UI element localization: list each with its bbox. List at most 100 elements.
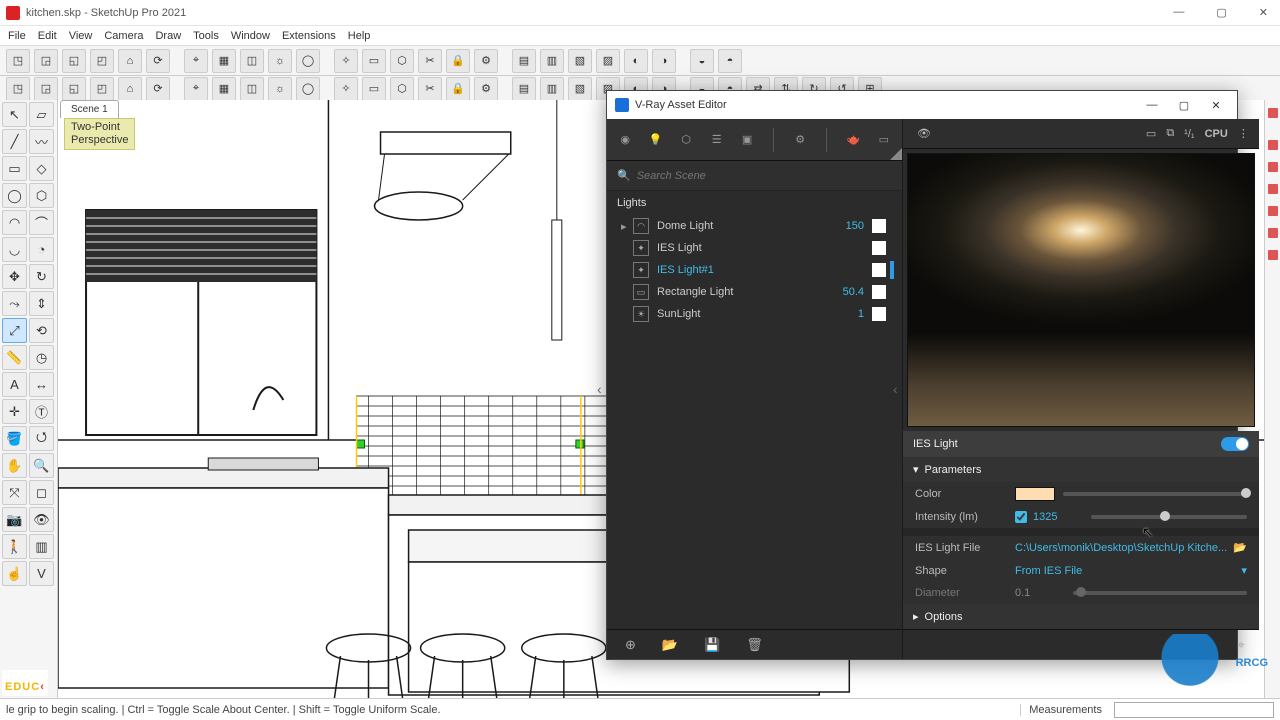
- toolbar2-btn-12[interactable]: ▭: [362, 77, 386, 101]
- light-color-swatch[interactable]: [872, 241, 886, 255]
- toolbar2-btn-8[interactable]: ◫: [240, 77, 264, 101]
- toolbar1-btn-7[interactable]: ▦: [212, 49, 236, 73]
- toolbar1-btn-13[interactable]: ⬡: [390, 49, 414, 73]
- zoom-tool[interactable]: 🔍: [29, 453, 54, 478]
- 3pt-arc-tool[interactable]: ◡: [2, 237, 27, 262]
- select-tool[interactable]: ↖: [2, 102, 27, 127]
- toolbar2-btn-4[interactable]: ⌂: [118, 77, 142, 101]
- tab-materials-icon[interactable]: ◉: [617, 127, 633, 153]
- tray-handle-icon[interactable]: [1268, 184, 1278, 194]
- offset-tool[interactable]: ⟲: [29, 318, 54, 343]
- light-color-swatch[interactable]: [872, 219, 886, 233]
- param-intensity-value[interactable]: 1325: [1033, 511, 1083, 523]
- preview-eye-icon[interactable]: 👁: [917, 127, 931, 140]
- toolbar1-btn-15[interactable]: 🔒: [446, 49, 470, 73]
- toolbar1-btn-3[interactable]: ◰: [90, 49, 114, 73]
- toolbar1-btn-9[interactable]: ☼: [268, 49, 292, 73]
- param-group-parameters[interactable]: ▾Parameters: [903, 457, 1259, 482]
- menu-edit[interactable]: Edit: [38, 30, 57, 42]
- tab-lights-icon[interactable]: 💡: [647, 127, 663, 153]
- pan-tool[interactable]: ✋: [2, 453, 27, 478]
- scene-tab[interactable]: Scene 1: [60, 100, 119, 118]
- toolbar1-btn-17[interactable]: ▤: [512, 49, 536, 73]
- add-asset-icon[interactable]: ⊕: [625, 637, 636, 653]
- menu-file[interactable]: File: [8, 30, 26, 42]
- menu-view[interactable]: View: [69, 30, 93, 42]
- toolbar1-btn-20[interactable]: ▨: [596, 49, 620, 73]
- look-around-tool[interactable]: 👁: [29, 507, 54, 532]
- toolbar1-btn-0[interactable]: ◳: [6, 49, 30, 73]
- push-pull-tool[interactable]: ⇕: [29, 291, 54, 316]
- tray-handle-icon[interactable]: [1268, 250, 1278, 260]
- vray-close-button[interactable]: ✕: [1203, 99, 1229, 112]
- maximize-button[interactable]: ▢: [1210, 6, 1232, 19]
- light-row-ies-light-1[interactable]: ✦IES Light#1: [607, 259, 902, 281]
- text-tool[interactable]: A: [2, 372, 27, 397]
- toolbar2-btn-14[interactable]: ✂: [418, 77, 442, 101]
- toolbar2-btn-9[interactable]: ☼: [268, 77, 292, 101]
- rectangle-tool[interactable]: ▭: [2, 156, 27, 181]
- menu-help[interactable]: Help: [348, 30, 371, 42]
- menu-tools[interactable]: Tools: [193, 30, 219, 42]
- search-input[interactable]: [637, 170, 837, 182]
- toolbar1-btn-24[interactable]: ◓: [718, 49, 742, 73]
- light-row-sunlight[interactable]: ☀SunLight1: [607, 303, 902, 325]
- toolbar1-btn-11[interactable]: ✧: [334, 49, 358, 73]
- light-enable-toggle[interactable]: [1221, 437, 1249, 451]
- arc-tool[interactable]: ◠: [2, 210, 27, 235]
- toolbar1-btn-10[interactable]: ◯: [296, 49, 320, 73]
- light-color-swatch[interactable]: [872, 285, 886, 299]
- measurements-input[interactable]: [1114, 702, 1274, 718]
- collapse-left-icon[interactable]: ‹: [597, 381, 602, 397]
- toolbar1-btn-1[interactable]: ◲: [34, 49, 58, 73]
- toolbar1-btn-23[interactable]: ◒: [690, 49, 714, 73]
- toolbar2-btn-6[interactable]: ⌖: [184, 77, 208, 101]
- toolbar1-btn-16[interactable]: ⚙: [474, 49, 498, 73]
- toolbar2-btn-3[interactable]: ◰: [90, 77, 114, 101]
- param-intensity-slider[interactable]: [1091, 515, 1247, 519]
- tray-handle-icon[interactable]: [1268, 162, 1278, 172]
- menu-extensions[interactable]: Extensions: [282, 30, 336, 42]
- vray-asset-btn[interactable]: V: [29, 561, 54, 586]
- preview-new-window-icon[interactable]: ⧉: [1166, 127, 1174, 140]
- param-color-swatch[interactable]: [1015, 487, 1055, 501]
- position-camera-tool[interactable]: 📷: [2, 507, 27, 532]
- expand-arrow-icon[interactable]: ▸: [621, 220, 631, 233]
- toolbar2-btn-18[interactable]: ▥: [540, 77, 564, 101]
- 3d-text-tool[interactable]: Ⓣ: [29, 399, 54, 424]
- menu-draw[interactable]: Draw: [155, 30, 181, 42]
- tab-settings-icon[interactable]: ⚙: [792, 127, 808, 153]
- tray-handle-icon[interactable]: [1268, 108, 1278, 118]
- toolbar2-btn-10[interactable]: ◯: [296, 77, 320, 101]
- section-plane-tool[interactable]: ▥: [29, 534, 54, 559]
- delete-asset-icon[interactable]: 🗑: [746, 637, 763, 653]
- toolbar1-btn-4[interactable]: ⌂: [118, 49, 142, 73]
- toolbar2-btn-11[interactable]: ✧: [334, 77, 358, 101]
- paint-bucket-tool[interactable]: 🪣: [2, 426, 27, 451]
- tray-handle-icon[interactable]: [1268, 140, 1278, 150]
- preview-quality-toggle[interactable]: ¹/₁: [1184, 128, 1194, 140]
- toolbar1-btn-22[interactable]: ◑: [652, 49, 676, 73]
- dimension-tool[interactable]: ↔: [29, 372, 54, 397]
- vray-search[interactable]: 🔍: [607, 161, 902, 191]
- light-row-ies-light[interactable]: ✦IES Light: [607, 237, 902, 259]
- axes-tool[interactable]: ✛: [2, 399, 27, 424]
- vray-material-preview[interactable]: [907, 153, 1255, 427]
- collapse-right-icon[interactable]: ‹: [893, 381, 898, 397]
- toolbar1-btn-14[interactable]: ✂: [418, 49, 442, 73]
- toolbar2-btn-19[interactable]: ▧: [568, 77, 592, 101]
- param-iesfile-path[interactable]: C:\Users\monik\Desktop\SketchUp Kitche..…: [1015, 542, 1227, 554]
- light-value[interactable]: 50.4: [816, 286, 864, 298]
- follow-me-tool[interactable]: ⤳: [2, 291, 27, 316]
- walk-tool[interactable]: 🚶: [2, 534, 27, 559]
- toolbar2-btn-0[interactable]: ◳: [6, 77, 30, 101]
- light-row-rectangle-light[interactable]: ▭Rectangle Light50.4: [607, 281, 902, 303]
- 2pt-arc-tool[interactable]: ⌒: [29, 210, 54, 235]
- toolbar2-btn-16[interactable]: ⚙: [474, 77, 498, 101]
- pie-tool[interactable]: ◔: [29, 237, 54, 262]
- tab-render-elements-icon[interactable]: ☰: [708, 127, 724, 153]
- param-group-options[interactable]: ▸Options: [903, 604, 1259, 629]
- toolbar2-btn-7[interactable]: ▦: [212, 77, 236, 101]
- light-value[interactable]: 1: [816, 308, 864, 320]
- light-color-swatch[interactable]: [872, 263, 886, 277]
